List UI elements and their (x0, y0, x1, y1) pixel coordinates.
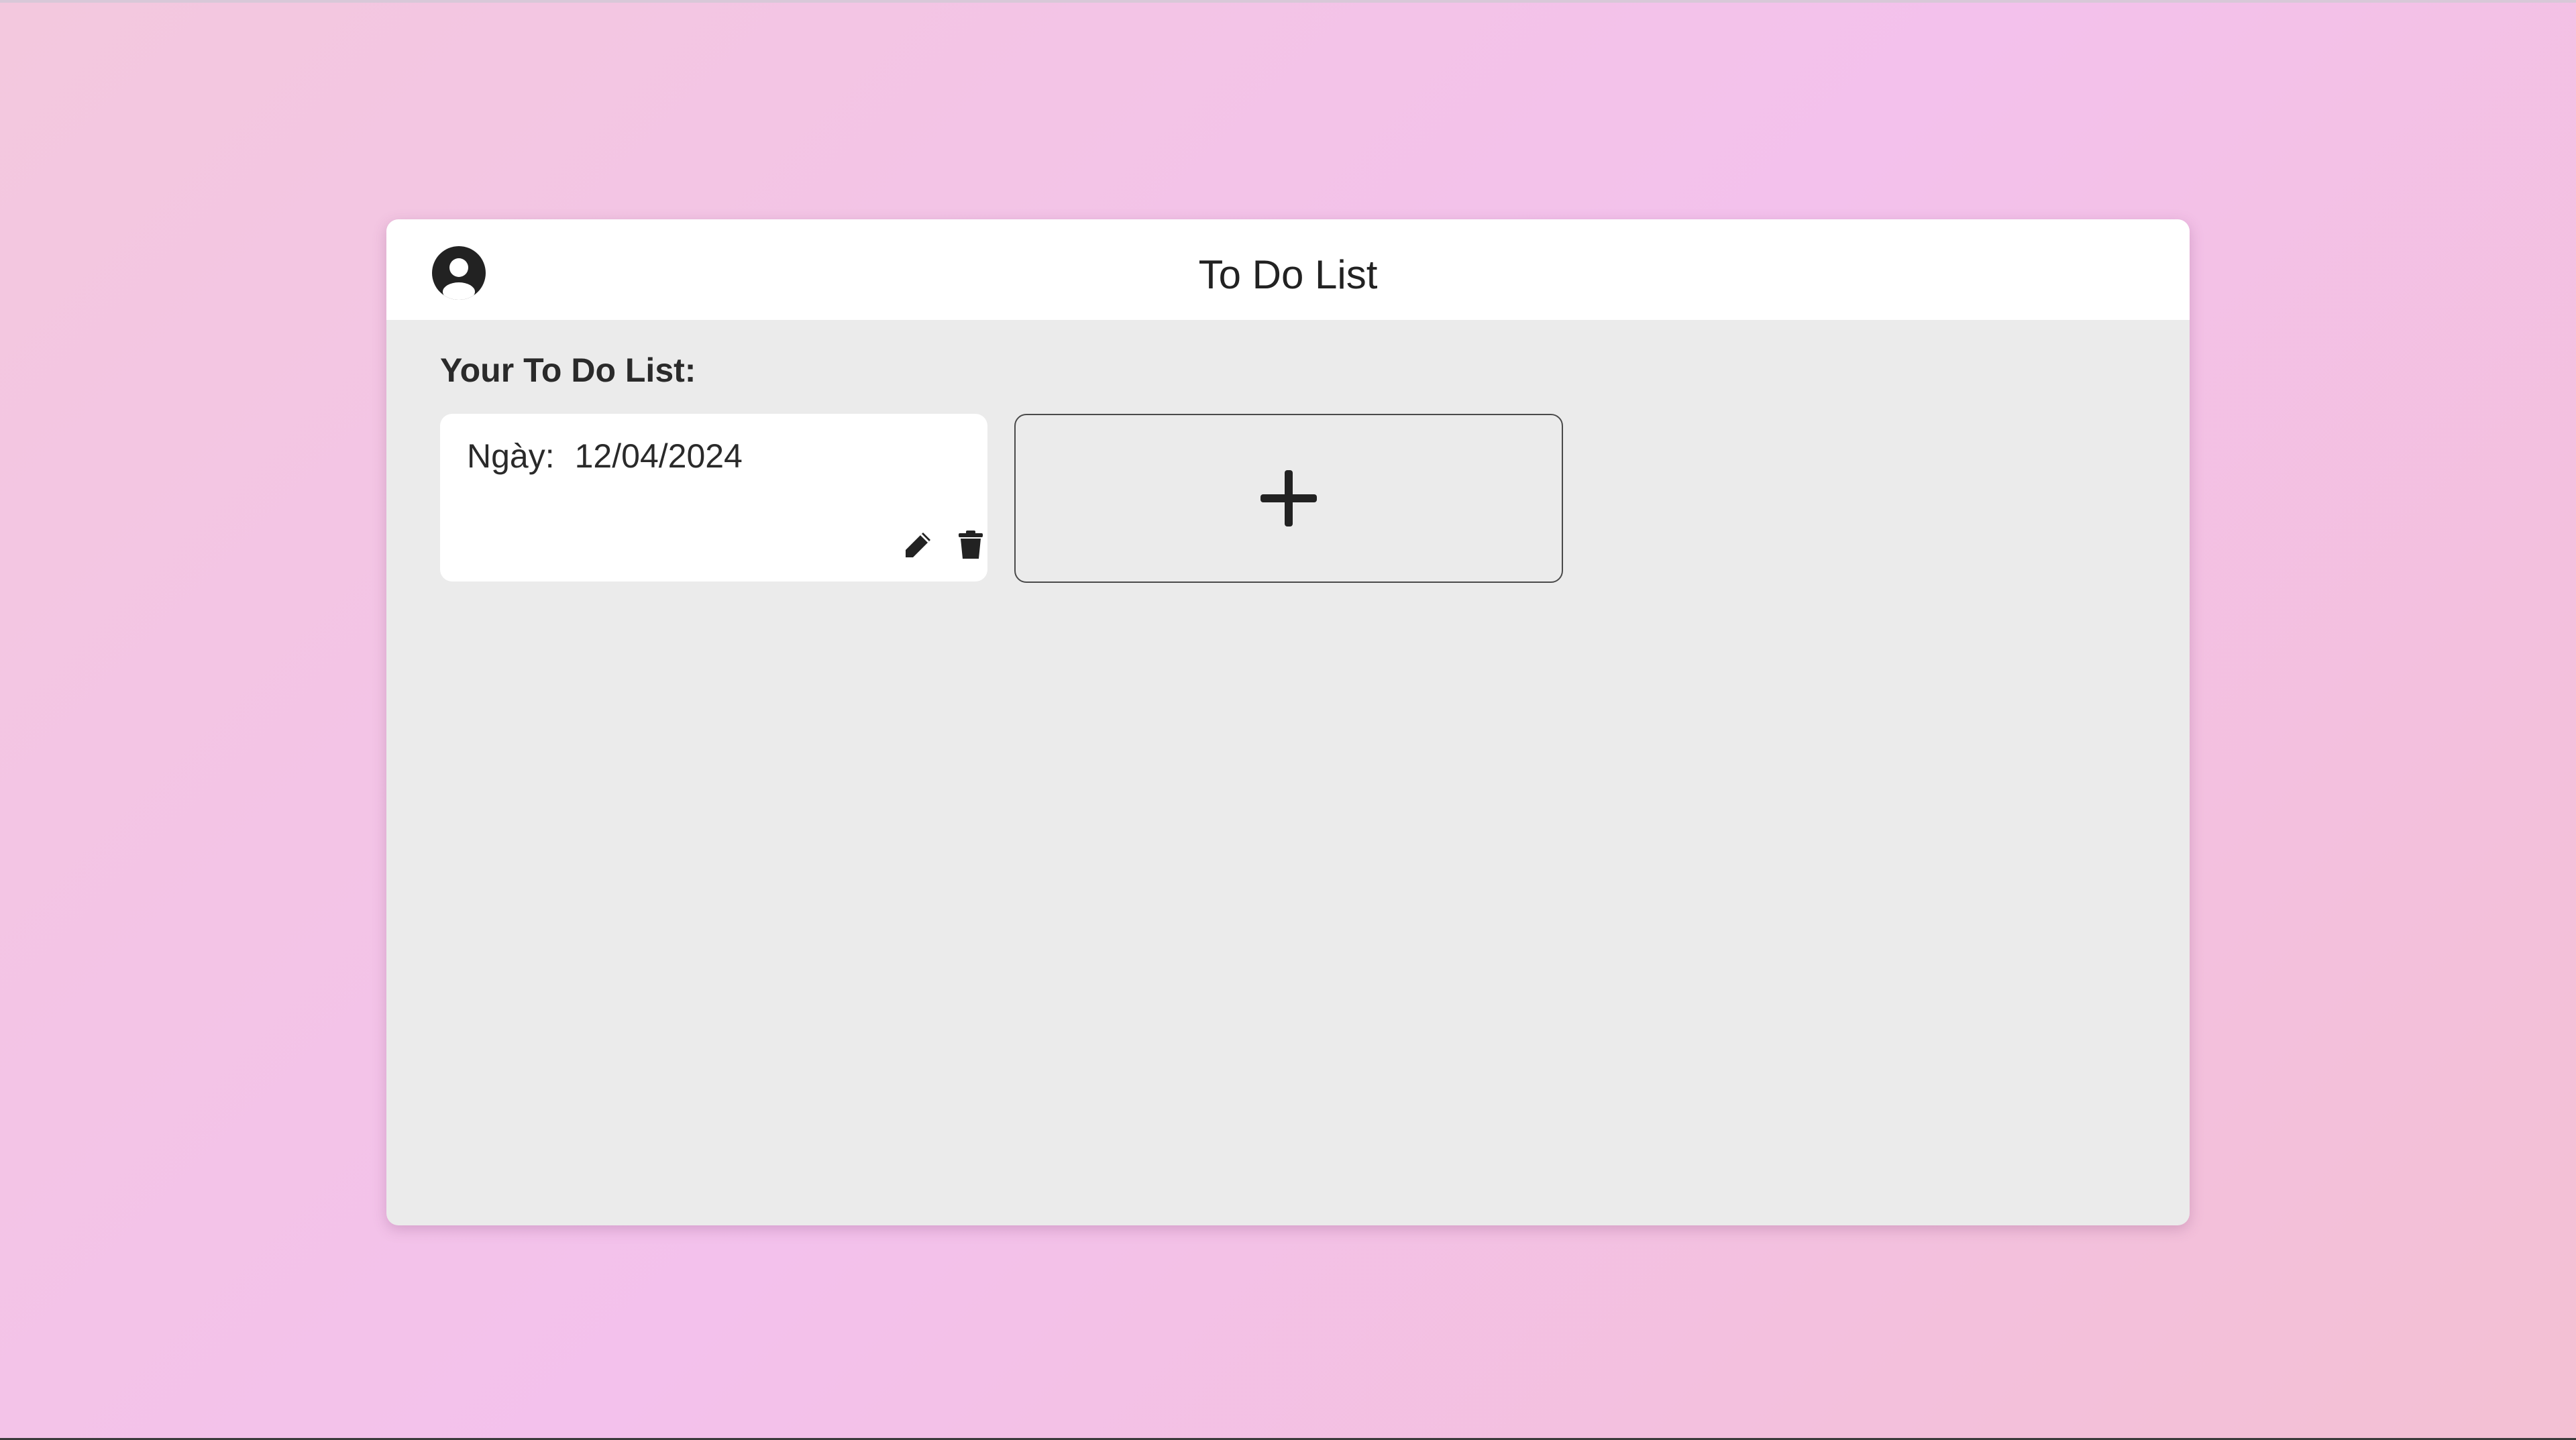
todo-app-panel: To Do List Your To Do List: Ngày: 12/04/2… (386, 219, 2190, 1225)
pencil-icon (906, 533, 930, 557)
edit-button[interactable] (903, 529, 934, 560)
trash-icon (959, 531, 983, 559)
todo-card[interactable]: Ngày: 12/04/2024 (440, 414, 987, 581)
date-value: 12/04/2024 (574, 437, 743, 475)
plus-icon (1260, 470, 1317, 527)
add-todo-button[interactable] (1014, 414, 1563, 583)
app-header: To Do List (386, 219, 2190, 320)
list-heading: Your To Do List: (440, 351, 696, 389)
delete-button[interactable] (955, 529, 986, 560)
window-top-edge (0, 0, 2576, 3)
date-label: Ngày: (467, 437, 555, 475)
page-title: To Do List (1198, 252, 1378, 297)
todo-date: Ngày: 12/04/2024 (467, 437, 743, 476)
